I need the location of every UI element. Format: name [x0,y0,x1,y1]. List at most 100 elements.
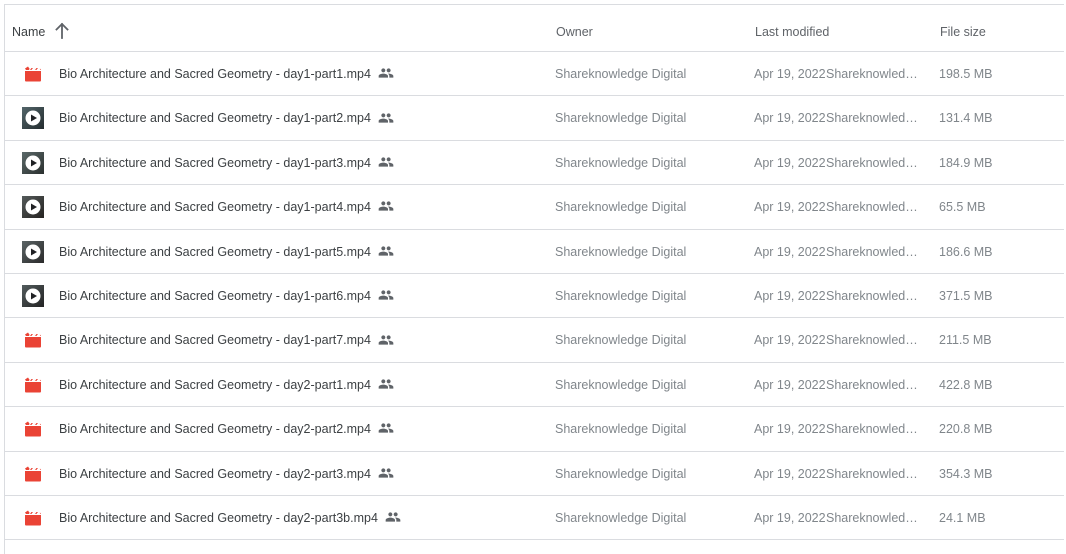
arrow-up-icon[interactable] [54,22,70,40]
file-name: Bio Architecture and Sacred Geometry - d… [59,288,371,303]
people-icon [378,246,394,256]
video-thumbnail-icon [22,151,44,174]
column-header-last-modified[interactable]: Last modified [755,24,829,40]
video-file-icon [22,374,44,396]
file-name: Bio Architecture and Sacred Geometry - d… [59,377,371,392]
file-owner: Shareknowledge Digital [555,200,687,215]
file-row-1[interactable]: Bio Architecture and Sacred Geometry - d… [5,52,1064,97]
file-row-8[interactable]: Bio Architecture and Sacred Geometry - d… [5,363,1064,408]
file-modified-by: Shareknowledge Digital [826,377,924,392]
file-owner: Shareknowledge Digital [555,244,687,259]
file-modified-by: Shareknowledge Digital [826,333,924,348]
file-modified-date: Apr 19, 2022 [754,67,826,81]
file-modified-by: Shareknowledge Digital [826,155,924,170]
file-size: 422.8 MB [939,377,993,392]
file-size: 371.5 MB [939,288,993,303]
file-name: Bio Architecture and Sacred Geometry - d… [59,244,371,259]
file-size: 65.5 MB [939,200,986,215]
file-size: 24.1 MB [939,510,986,525]
video-thumbnail-icon [22,107,44,130]
file-name-cell[interactable]: Bio Architecture and Sacred Geometry - d… [59,185,394,229]
people-icon [378,379,394,389]
file-name-cell[interactable]: Bio Architecture and Sacred Geometry - d… [59,318,394,362]
file-owner: Shareknowledge Digital [555,155,687,170]
file-row-6[interactable]: Bio Architecture and Sacred Geometry - d… [5,274,1064,319]
video-thumbnail-icon [22,196,44,219]
file-modified-date: Apr 19, 2022 [754,377,826,392]
file-name: Bio Architecture and Sacred Geometry - d… [59,111,371,126]
people-icon [378,290,394,300]
video-file-icon [22,329,44,351]
file-modified-by: Shareknowledge Digital [826,510,924,525]
video-file-icon [22,507,44,529]
file-row-3[interactable]: Bio Architecture and Sacred Geometry - d… [5,141,1064,186]
file-modified-by: Shareknowledge Digital [826,111,924,126]
file-name-cell[interactable]: Bio Architecture and Sacred Geometry - d… [59,52,394,96]
file-modified-date: Apr 19, 2022 [754,466,826,481]
people-icon [378,112,394,123]
file-modified-date: Apr 19, 2022 [754,155,826,170]
file-name-cell[interactable]: Bio Architecture and Sacred Geometry - d… [59,407,394,451]
file-owner: Shareknowledge Digital [555,466,687,481]
column-header-file-size[interactable]: File size [940,24,986,40]
file-size: 220.8 MB [939,422,993,437]
file-size: 131.4 MB [939,111,993,126]
file-name: Bio Architecture and Sacred Geometry - d… [59,67,371,81]
file-modified-date: Apr 19, 2022 [754,422,826,437]
file-modified-date: Apr 19, 2022 [754,200,826,215]
column-header-name[interactable]: Name [12,24,45,40]
column-header-owner[interactable]: Owner [556,24,593,40]
video-file-icon [22,63,44,85]
people-icon [378,157,394,167]
file-name-cell[interactable]: Bio Architecture and Sacred Geometry - d… [59,452,394,496]
file-row-4[interactable]: Bio Architecture and Sacred Geometry - d… [5,185,1064,230]
file-owner: Shareknowledge Digital [555,111,687,126]
file-modified-date: Apr 19, 2022 [754,288,826,303]
file-name: Bio Architecture and Sacred Geometry - d… [59,333,371,348]
file-list-header: Name Owner Last modified File size [5,5,1064,52]
file-row-11[interactable]: Bio Architecture and Sacred Geometry - d… [5,496,1064,541]
people-icon [378,68,394,78]
video-thumbnail-icon [22,240,44,263]
file-modified-date: Apr 19, 2022 [754,510,826,525]
file-modified-by: Shareknowledge Digital [826,244,924,259]
file-modified-by: Shareknowledge Digital [826,200,924,215]
file-modified-by: Shareknowledge Digital [826,422,924,437]
video-file-icon [22,463,44,485]
file-row-2[interactable]: Bio Architecture and Sacred Geometry - d… [5,96,1064,141]
file-name: Bio Architecture and Sacred Geometry - d… [59,466,371,481]
file-name-cell[interactable]: Bio Architecture and Sacred Geometry - d… [59,363,394,407]
file-name-cell[interactable]: Bio Architecture and Sacred Geometry - d… [59,274,394,318]
file-size: 198.5 MB [939,67,993,81]
video-thumbnail-icon [22,284,44,307]
file-row-10[interactable]: Bio Architecture and Sacred Geometry - d… [5,452,1064,496]
file-row-7[interactable]: Bio Architecture and Sacred Geometry - d… [5,318,1064,363]
file-name-cell[interactable]: Bio Architecture and Sacred Geometry - d… [59,141,394,185]
people-icon [378,423,394,433]
file-owner: Shareknowledge Digital [555,288,687,303]
file-size: 186.6 MB [939,244,993,259]
file-list: Name Owner Last modified File size Bio A… [4,4,1064,554]
file-modified-by: Shareknowledge Digital [826,67,924,81]
people-icon [378,334,394,345]
file-row-5[interactable]: Bio Architecture and Sacred Geometry - d… [5,230,1064,274]
file-name-cell[interactable]: Bio Architecture and Sacred Geometry - d… [59,96,394,140]
file-name: Bio Architecture and Sacred Geometry - d… [59,422,371,437]
file-owner: Shareknowledge Digital [555,67,687,81]
file-owner: Shareknowledge Digital [555,510,687,525]
file-size: 354.3 MB [939,466,993,481]
file-size: 184.9 MB [939,155,993,170]
file-name: Bio Architecture and Sacred Geometry - d… [59,155,371,170]
file-name-cell[interactable]: Bio Architecture and Sacred Geometry - d… [59,230,394,274]
file-name: Bio Architecture and Sacred Geometry - d… [59,200,371,215]
people-icon [378,468,394,478]
people-icon [385,512,401,522]
file-modified-by: Shareknowledge Digital [826,466,924,481]
file-row-9[interactable]: Bio Architecture and Sacred Geometry - d… [5,407,1064,452]
file-modified-date: Apr 19, 2022 [754,333,826,348]
file-rows: Bio Architecture and Sacred Geometry - d… [5,52,1064,541]
file-owner: Shareknowledge Digital [555,333,687,348]
file-size: 211.5 MB [939,333,992,348]
file-owner: Shareknowledge Digital [555,377,687,392]
file-name-cell[interactable]: Bio Architecture and Sacred Geometry - d… [59,496,401,540]
